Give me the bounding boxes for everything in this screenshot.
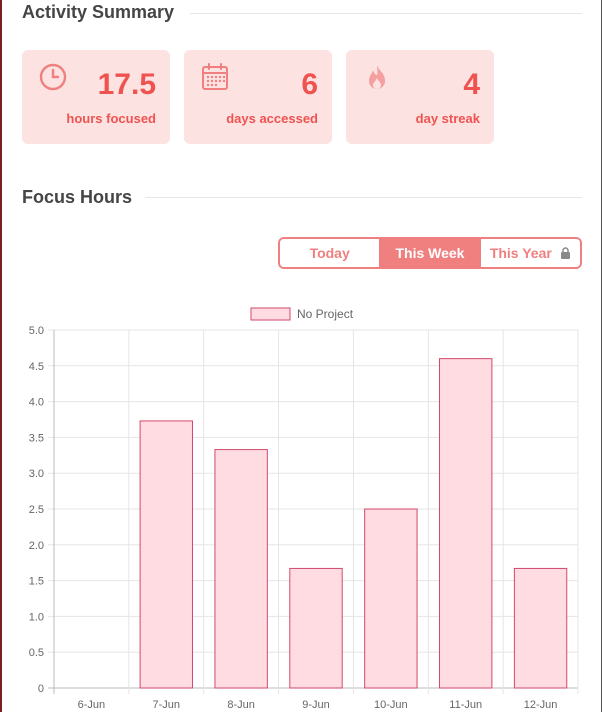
toggle-this-week[interactable]: This Week — [379, 239, 480, 267]
toggle-today-label: Today — [309, 245, 350, 261]
days-accessed-value: 6 — [301, 68, 318, 101]
lock-icon — [560, 247, 570, 259]
toggle-today[interactable]: Today — [280, 239, 380, 267]
activity-summary-divider — [190, 13, 582, 14]
day-streak-label: day streak — [415, 111, 480, 126]
y-tick-label: 0.5 — [29, 647, 44, 659]
bar — [139, 420, 193, 689]
y-tick-label: 1.5 — [29, 576, 44, 588]
days-accessed-label: days accessed — [226, 111, 318, 126]
calendar-icon — [202, 63, 228, 90]
time-range-toggle: Today This Week This Year — [278, 237, 582, 269]
x-tick-label: 10-Jun — [374, 699, 408, 711]
bar — [289, 567, 343, 689]
x-tick-label: 12-Jun — [524, 699, 558, 711]
day-streak-value: 4 — [463, 68, 480, 101]
y-tick-label: 1.0 — [29, 611, 44, 623]
clock-icon — [39, 63, 67, 91]
y-tick-label: 3.0 — [29, 468, 44, 480]
legend-label: No Project — [297, 307, 354, 321]
bar — [513, 567, 568, 689]
hours-focused-value: 17.5 — [97, 68, 156, 101]
flame-icon — [369, 65, 385, 89]
card-day-streak: 4 day streak — [346, 50, 494, 144]
focus-hours-divider — [145, 197, 582, 198]
activity-summary-title: Activity Summary — [22, 2, 174, 23]
y-tick-label: 5.0 — [29, 325, 44, 337]
y-tick-label: 2.5 — [29, 504, 44, 516]
activity-summary-title-text: Activity Summary — [22, 2, 175, 22]
toggle-this-year[interactable]: This Year — [479, 239, 580, 267]
legend-swatch — [250, 307, 291, 321]
toggle-this-year-label: This Year — [489, 245, 552, 261]
y-tick-label: 3.5 — [29, 432, 44, 444]
card-hours-focused: 17.5 hours focused — [22, 50, 170, 144]
x-tick-label: 7-Jun — [153, 699, 181, 711]
bar — [364, 508, 418, 689]
y-tick-label: 0 — [38, 683, 44, 695]
x-tick-label: 8-Jun — [227, 699, 255, 711]
card-days-accessed: 6 days accessed — [184, 50, 332, 144]
x-tick-label: 6-Jun — [78, 699, 106, 711]
focus-hours-chart: 0 0.5 1.0 1.5 2.0 2.5 3.0 3.5 4.0 4.5 5.0 6-Jun 7-Ju… — [29, 307, 579, 711]
y-tick-label: 4.0 — [29, 397, 44, 409]
x-tick-label: 11-Jun — [449, 699, 482, 711]
bar — [439, 358, 493, 689]
focus-hours-title: Focus Hours — [22, 187, 132, 208]
bar — [214, 449, 268, 689]
x-tick-label: 9-Jun — [302, 699, 330, 711]
y-tick-label: 4.5 — [29, 361, 44, 373]
focus-hours-title-text: Focus Hours — [22, 187, 133, 207]
toggle-this-week-label: This Week — [395, 245, 465, 261]
hours-focused-label: hours focused — [66, 111, 156, 126]
y-tick-label: 2.0 — [29, 540, 44, 552]
